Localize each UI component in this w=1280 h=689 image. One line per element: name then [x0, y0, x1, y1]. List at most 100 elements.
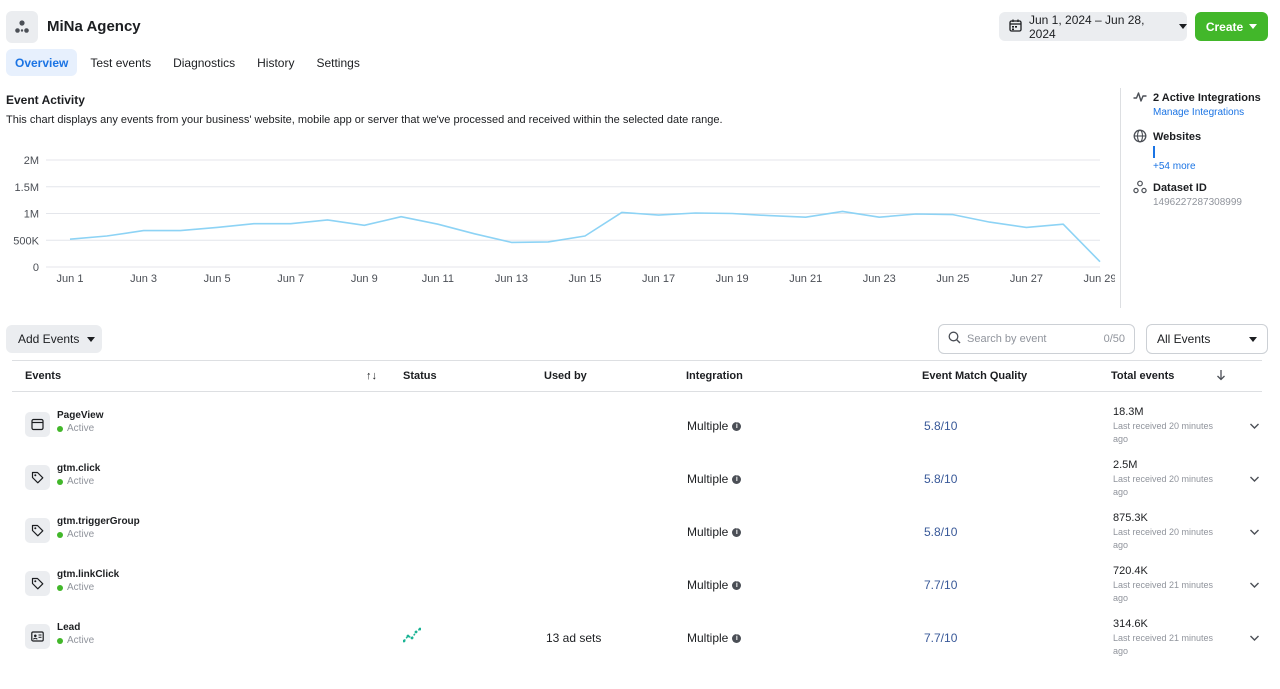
- dataset-label: Dataset ID: [1153, 182, 1207, 194]
- y-tick-label: 500K: [13, 235, 39, 247]
- tab-bar: Overview Test events Diagnostics History…: [6, 49, 369, 76]
- sidebar-divider: [1120, 88, 1121, 308]
- col-total-events[interactable]: Total events: [1111, 370, 1174, 382]
- col-event-match-quality: Event Match Quality: [922, 370, 1028, 382]
- event-filter-select[interactable]: All Events: [1146, 324, 1268, 354]
- col-status: Status: [403, 370, 437, 382]
- event-status-label: Active: [67, 582, 95, 593]
- tag-icon: [25, 571, 50, 596]
- page-title: MiNa Agency: [47, 18, 141, 35]
- info-icon[interactable]: i: [732, 474, 742, 484]
- tab-settings[interactable]: Settings: [307, 49, 368, 76]
- event-name: Lead: [57, 622, 81, 633]
- event-status-label: Active: [67, 635, 95, 646]
- y-tick-label: 0: [33, 262, 39, 274]
- info-icon[interactable]: i: [732, 527, 742, 537]
- add-events-button[interactable]: Add Events: [6, 325, 102, 353]
- globe-icon: [1133, 129, 1147, 172]
- search-input[interactable]: [967, 333, 1087, 345]
- websites-more-link[interactable]: +54 more: [1153, 161, 1201, 172]
- event-name: gtm.linkClick: [57, 569, 120, 580]
- chevron-down-icon: [87, 336, 96, 342]
- x-tick-label: Jun 23: [863, 273, 896, 285]
- search-icon: [948, 331, 961, 347]
- x-tick-label: Jun 25: [936, 273, 969, 285]
- tag-icon: [25, 465, 50, 490]
- browser-window-icon: [25, 412, 50, 437]
- table-header: Events ↑↓ Status Used by Integration Eve…: [12, 360, 1262, 392]
- tab-diagnostics[interactable]: Diagnostics: [164, 49, 244, 76]
- trend-icon: [402, 627, 422, 646]
- integration-label: Multiple: [687, 631, 729, 645]
- x-tick-label: Jun 3: [130, 273, 157, 285]
- search-box: 0/50: [938, 324, 1135, 354]
- event-status-label: Active: [67, 529, 95, 540]
- integration-label: Multiple: [687, 472, 729, 486]
- manage-integrations-link[interactable]: Manage Integrations: [1153, 107, 1261, 118]
- event-match-quality[interactable]: 5.8/10: [924, 419, 957, 433]
- info-icon[interactable]: i: [732, 580, 742, 590]
- dataset-icon: [1133, 180, 1147, 208]
- x-tick-label: Jun 1: [57, 273, 84, 285]
- table-row[interactable]: Lead Active 13 ad sets Multiple i 7.7/10 314.6…: [12, 611, 1262, 664]
- total-events: 2.5M: [1113, 459, 1138, 471]
- tab-overview[interactable]: Overview: [6, 49, 78, 76]
- date-range-picker[interactable]: Jun 1, 2024 – Jun 28, 2024: [999, 12, 1187, 41]
- last-received: Last received 20 minutes ago: [1113, 527, 1214, 550]
- last-received: Last received 21 minutes ago: [1113, 633, 1214, 656]
- col-integration: Integration: [686, 370, 743, 382]
- event-match-quality[interactable]: 5.8/10: [924, 472, 957, 486]
- tab-test-events[interactable]: Test events: [81, 49, 160, 76]
- event-status: Active: [57, 476, 94, 487]
- integration-label: Multiple: [687, 578, 729, 592]
- x-tick-label: Jun 5: [204, 273, 231, 285]
- event-activity-description: This chart displays any events from your…: [6, 114, 723, 126]
- last-received: Last received 20 minutes ago: [1113, 421, 1214, 444]
- y-tick-label: 1M: [24, 209, 39, 221]
- status-dot: [57, 584, 63, 591]
- col-events[interactable]: Events: [25, 370, 61, 382]
- event-name: gtm.click: [57, 463, 101, 474]
- event-status: Active: [57, 582, 94, 593]
- event-match-quality[interactable]: 7.7/10: [924, 578, 957, 592]
- event-name: PageView: [57, 410, 104, 421]
- chevron-down-icon[interactable]: [1249, 419, 1260, 433]
- info-icon[interactable]: i: [732, 633, 742, 643]
- website-indicator: [1153, 146, 1155, 158]
- chevron-down-icon[interactable]: [1249, 472, 1260, 486]
- add-events-label: Add Events: [18, 332, 80, 346]
- x-tick-label: Jun 11: [422, 273, 454, 285]
- table-row[interactable]: PageView Active Multiple i 5.8/10 18.3M Last r…: [12, 399, 1262, 452]
- table-row[interactable]: gtm.click Active Multiple i 5.8/10 2.5M Last r…: [12, 452, 1262, 505]
- event-status-label: Active: [67, 423, 95, 434]
- info-icon[interactable]: i: [732, 421, 742, 431]
- chevron-down-icon[interactable]: [1249, 525, 1260, 539]
- tab-history[interactable]: History: [248, 49, 303, 76]
- series-line: [69, 210, 1101, 263]
- chevron-down-icon[interactable]: [1249, 578, 1260, 592]
- table-row[interactable]: gtm.triggerGroup Active Multiple i 5.8/10 875…: [12, 505, 1262, 558]
- sort-down-icon[interactable]: [1216, 369, 1226, 384]
- chevron-down-icon[interactable]: [1249, 631, 1260, 645]
- integration: Multiple i: [687, 472, 742, 486]
- chevron-down-icon: [1249, 336, 1257, 342]
- integration-label: Multiple: [687, 525, 729, 539]
- x-tick-label: Jun 15: [568, 273, 601, 285]
- event-match-quality[interactable]: 7.7/10: [924, 631, 957, 645]
- x-tick-label: Jun 29: [1083, 273, 1115, 285]
- app-logo-icon: [6, 11, 38, 43]
- dataset: Dataset ID 1496227287308999: [1133, 180, 1242, 208]
- event-status: Active: [57, 529, 94, 540]
- sort-icon[interactable]: ↑↓: [366, 370, 377, 382]
- x-tick-label: Jun 21: [789, 273, 822, 285]
- table-row[interactable]: gtm.linkClick Active Multiple i 7.7/10 720.4K…: [12, 558, 1262, 611]
- integration: Multiple i: [687, 578, 742, 592]
- status-dot: [57, 637, 63, 644]
- total-events: 314.6K: [1113, 618, 1148, 630]
- chevron-down-icon: [1249, 24, 1258, 29]
- event-activity-chart: 2M 1.5M 1M 500K 0 Jun 1 Jun 3 Jun 5 Jun 7 Jun 9 Ju…: [13, 155, 1115, 285]
- event-match-quality[interactable]: 5.8/10: [924, 525, 957, 539]
- x-tick-label: Jun 9: [351, 273, 378, 285]
- last-received: Last received 20 minutes ago: [1113, 474, 1214, 497]
- create-button[interactable]: Create: [1195, 12, 1268, 41]
